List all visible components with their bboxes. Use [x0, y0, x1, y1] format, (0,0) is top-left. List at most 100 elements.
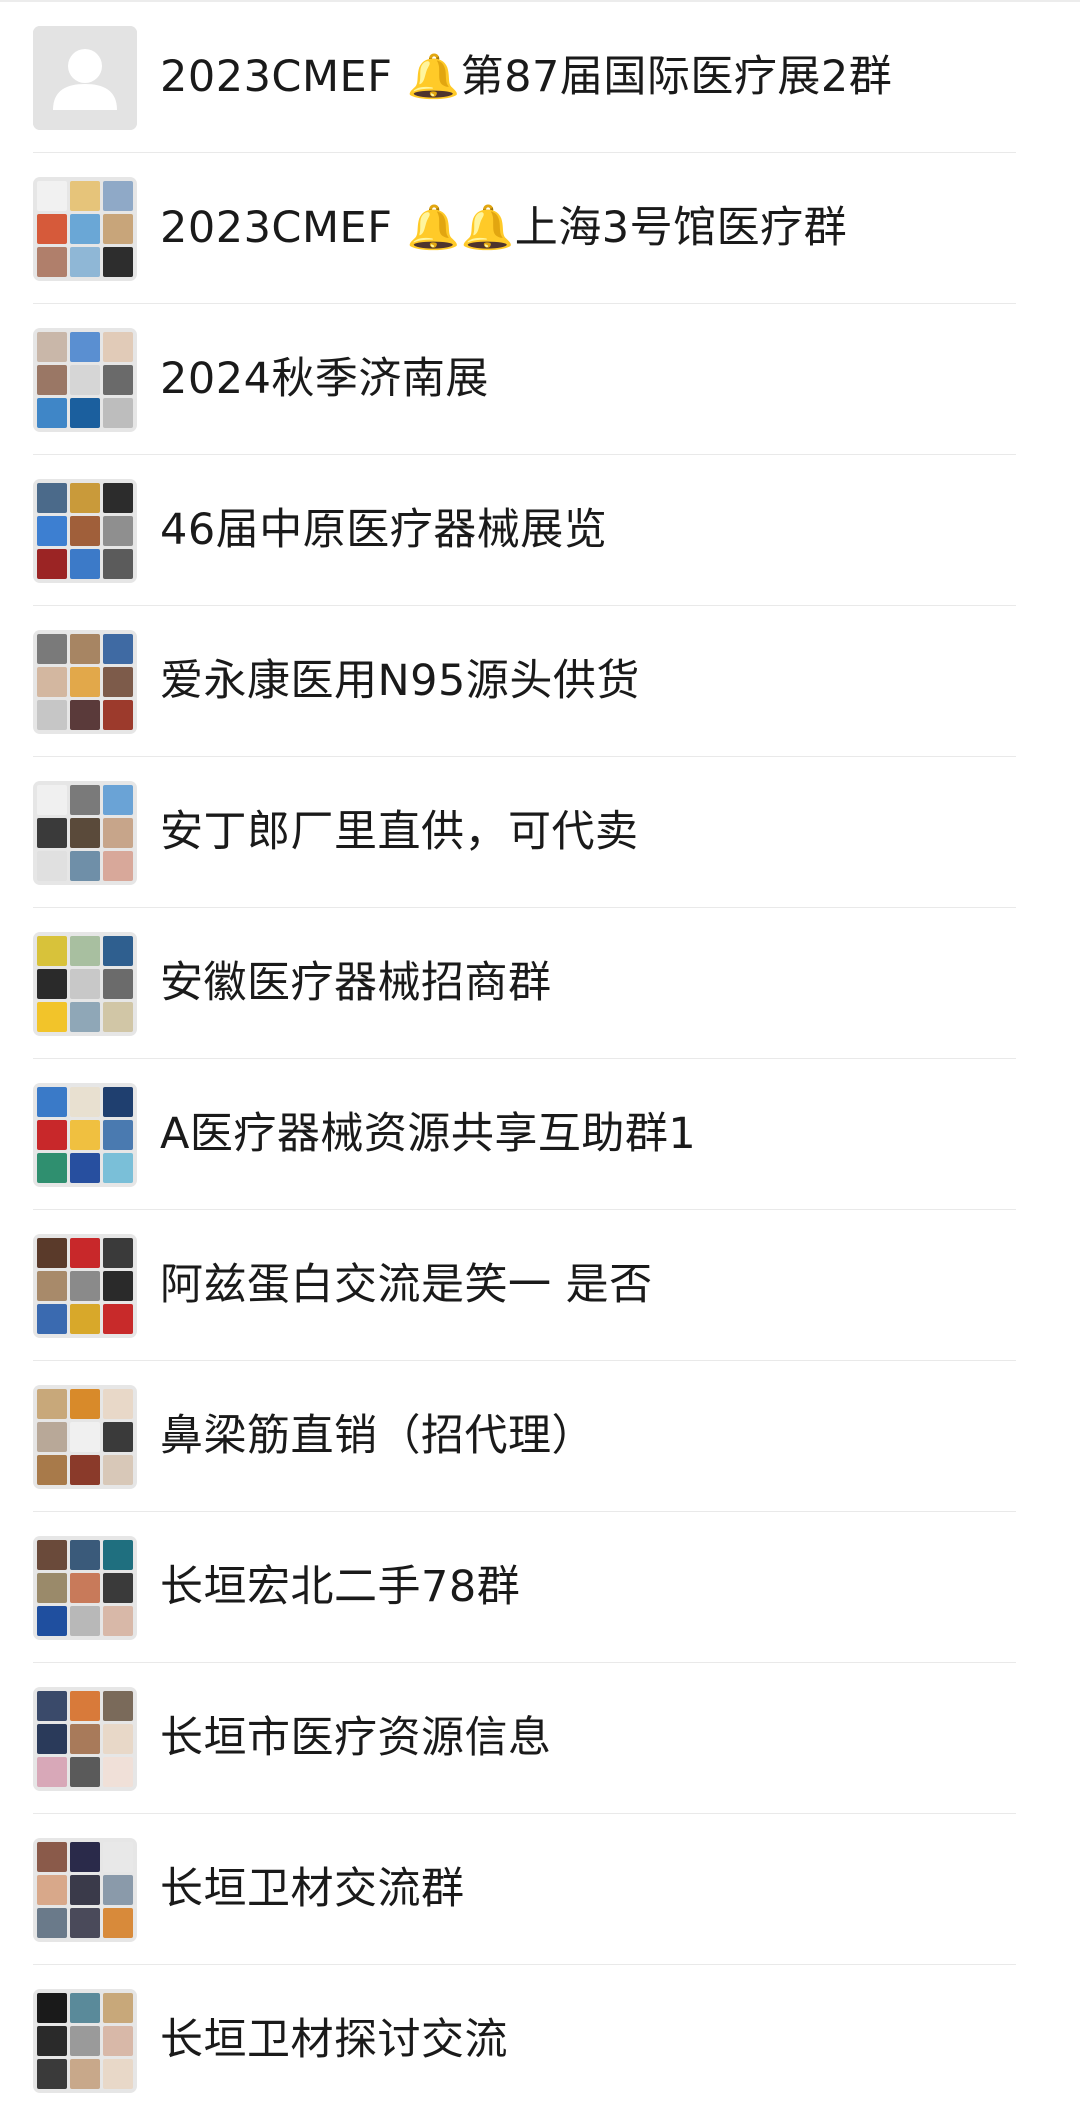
member-thumbnail [70, 851, 100, 881]
group-name: 爱永康医用N95源头供货 [160, 655, 640, 706]
list-item[interactable]: 46届中原医疗器械展览 [0, 455, 1080, 606]
group-avatar-collage [33, 479, 137, 583]
member-thumbnail [103, 332, 133, 362]
member-thumbnail [37, 516, 67, 546]
default-person-icon [33, 26, 137, 130]
group-avatar-collage [33, 177, 137, 281]
member-thumbnail [70, 936, 100, 966]
list-item[interactable]: 2023CMEF 🔔第87届国际医疗展2群 [0, 2, 1080, 153]
group-avatar-collage [33, 1083, 137, 1187]
member-thumbnail [103, 1153, 133, 1183]
member-thumbnail [37, 1606, 67, 1636]
group-name: 长垣市医疗资源信息 [160, 1712, 552, 1763]
member-thumbnail [70, 1606, 100, 1636]
member-thumbnail [103, 1120, 133, 1150]
member-thumbnail [70, 1573, 100, 1603]
member-thumbnail [70, 516, 100, 546]
member-thumbnail [70, 969, 100, 999]
group-avatar-collage [33, 1536, 137, 1640]
list-item[interactable]: A医疗器械资源共享互助群1 [0, 1059, 1080, 1210]
group-avatar-collage [33, 1687, 137, 1791]
member-thumbnail [37, 1455, 67, 1485]
list-item[interactable]: 鼻梁筋直销（招代理） [0, 1361, 1080, 1512]
list-item[interactable]: 长垣市医疗资源信息 [0, 1663, 1080, 1814]
member-thumbnail [70, 332, 100, 362]
member-thumbnail [70, 1153, 100, 1183]
group-name: 阿兹蛋白交流是笑一 是否 [160, 1259, 653, 1310]
person-icon [33, 26, 137, 130]
list-item[interactable]: 安丁郎厂里直供，可代卖 [0, 757, 1080, 908]
member-thumbnail [70, 1993, 100, 2023]
member-thumbnail [70, 818, 100, 848]
member-thumbnail [70, 667, 100, 697]
list-item[interactable]: 安徽医疗器械招商群 [0, 908, 1080, 1059]
member-thumbnail [37, 332, 67, 362]
member-thumbnail [70, 785, 100, 815]
group-avatar-collage [33, 1385, 137, 1489]
group-name: 安丁郎厂里直供，可代卖 [160, 806, 639, 857]
member-thumbnail [70, 1691, 100, 1721]
member-thumbnail [70, 1304, 100, 1334]
member-thumbnail [37, 1757, 67, 1787]
member-thumbnail [103, 181, 133, 211]
member-thumbnail [70, 181, 100, 211]
member-thumbnail [70, 483, 100, 513]
member-thumbnail [37, 1153, 67, 1183]
member-thumbnail [70, 1757, 100, 1787]
member-thumbnail [37, 1002, 67, 1032]
member-thumbnail [37, 1422, 67, 1452]
member-thumbnail [70, 2059, 100, 2089]
member-thumbnail [37, 1724, 67, 1754]
member-thumbnail [103, 818, 133, 848]
list-item[interactable]: 长垣宏北二手78群 [0, 1512, 1080, 1663]
group-chat-list: 2023CMEF 🔔第87届国际医疗展2群 2023CMEF 🔔🔔上海3号馆医疗… [0, 2, 1080, 2116]
member-thumbnail [37, 818, 67, 848]
member-thumbnail [103, 549, 133, 579]
member-thumbnail [37, 1993, 67, 2023]
member-thumbnail [37, 1691, 67, 1721]
member-thumbnail [103, 700, 133, 730]
member-thumbnail [37, 1875, 67, 1905]
member-thumbnail [103, 1455, 133, 1485]
group-avatar-collage [33, 1234, 137, 1338]
member-thumbnail [103, 851, 133, 881]
member-thumbnail [37, 181, 67, 211]
member-thumbnail [70, 1842, 100, 1872]
member-thumbnail [37, 1908, 67, 1938]
member-thumbnail [103, 2059, 133, 2089]
member-thumbnail [37, 1389, 67, 1419]
member-thumbnail [37, 1842, 67, 1872]
member-thumbnail [70, 1908, 100, 1938]
group-avatar-collage [33, 1838, 137, 1942]
member-thumbnail [37, 1304, 67, 1334]
member-thumbnail [103, 969, 133, 999]
group-avatar-collage [33, 781, 137, 885]
member-thumbnail [103, 1724, 133, 1754]
member-thumbnail [37, 483, 67, 513]
member-thumbnail [70, 365, 100, 395]
list-item[interactable]: 长垣卫材探讨交流 [0, 1965, 1080, 2116]
list-item[interactable]: 2024秋季济南展 [0, 304, 1080, 455]
member-thumbnail [103, 516, 133, 546]
list-item[interactable]: 长垣卫材交流群 [0, 1814, 1080, 1965]
list-item[interactable]: 2023CMEF 🔔🔔上海3号馆医疗群 [0, 153, 1080, 304]
member-thumbnail [70, 2026, 100, 2056]
member-thumbnail [70, 398, 100, 428]
list-item[interactable]: 阿兹蛋白交流是笑一 是否 [0, 1210, 1080, 1361]
member-thumbnail [103, 1875, 133, 1905]
member-thumbnail [103, 634, 133, 664]
member-thumbnail [37, 214, 67, 244]
member-thumbnail [103, 214, 133, 244]
member-thumbnail [103, 2026, 133, 2056]
member-thumbnail [70, 1875, 100, 1905]
member-thumbnail [103, 1757, 133, 1787]
member-thumbnail [70, 549, 100, 579]
member-thumbnail [70, 1271, 100, 1301]
member-thumbnail [70, 634, 100, 664]
list-item[interactable]: 爱永康医用N95源头供货 [0, 606, 1080, 757]
member-thumbnail [103, 365, 133, 395]
member-thumbnail [37, 1573, 67, 1603]
member-thumbnail [37, 247, 67, 277]
member-thumbnail [37, 634, 67, 664]
member-thumbnail [37, 549, 67, 579]
